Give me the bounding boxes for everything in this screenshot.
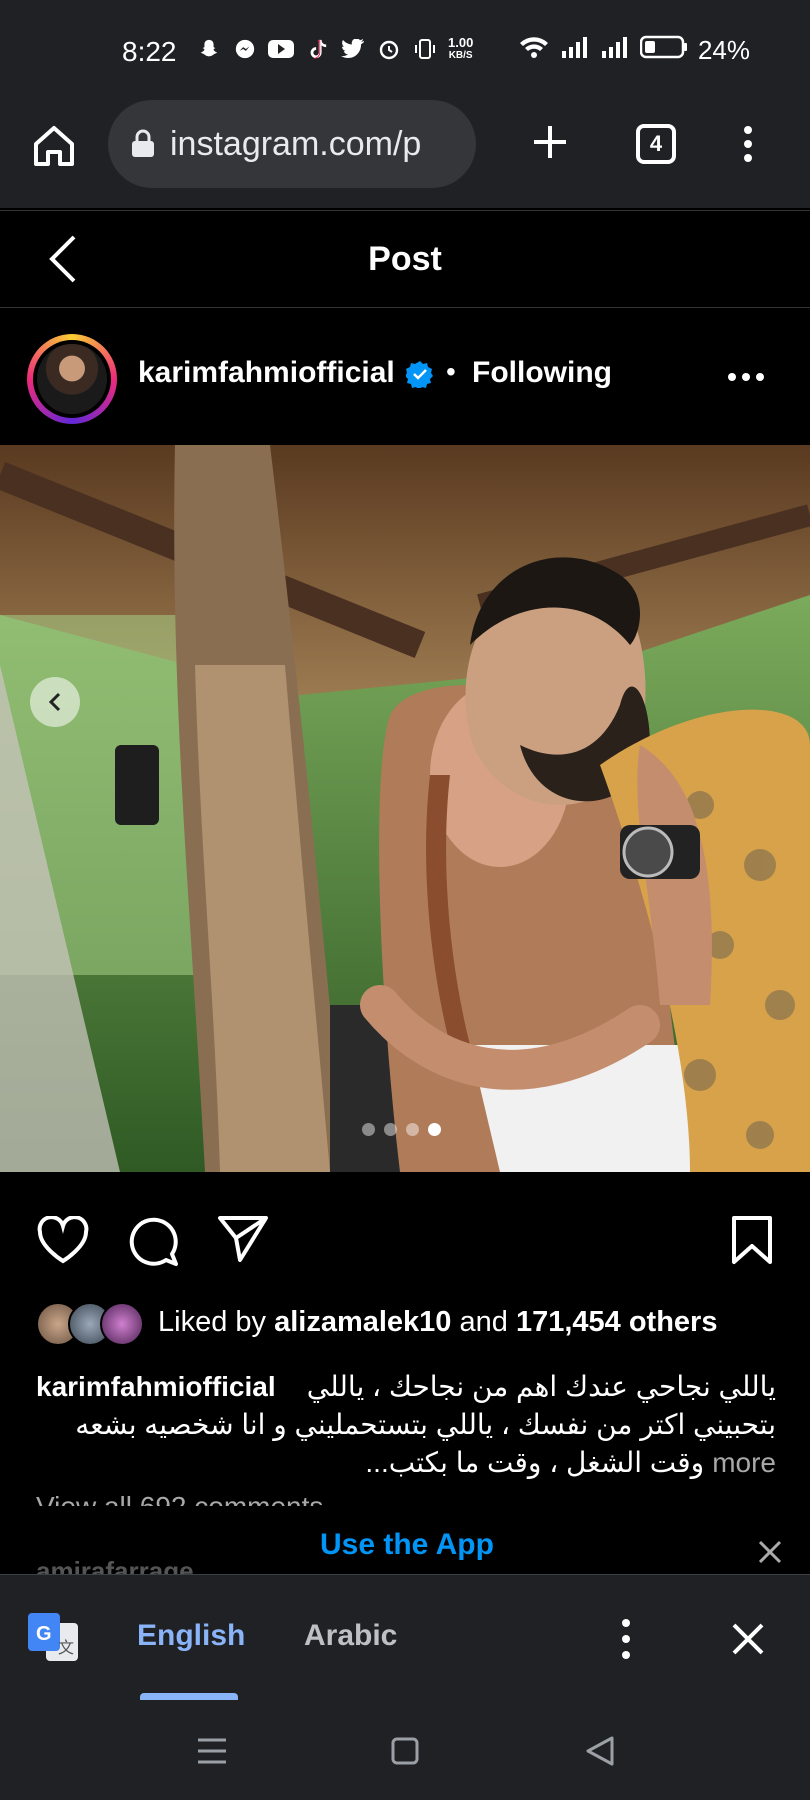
page-title: Post — [368, 239, 442, 278]
close-banner-icon[interactable] — [756, 1538, 784, 1566]
battery-percent: 24% — [697, 35, 750, 65]
vibrate-icon — [412, 36, 438, 62]
address-bar[interactable]: instagram.com/p — [108, 100, 476, 188]
back-nav-icon[interactable] — [584, 1734, 616, 1768]
likes-and: and — [459, 1306, 508, 1338]
svg-text:G: G — [36, 1623, 52, 1645]
share-icon[interactable] — [216, 1214, 270, 1264]
system-navigation-bar — [0, 1700, 810, 1800]
carousel-dot — [406, 1123, 419, 1136]
liker-avatar — [100, 1302, 144, 1346]
snapchat-icon — [196, 36, 222, 62]
notification-icons: 1.00 KB/S — [196, 36, 473, 62]
recent-apps-icon[interactable] — [196, 1736, 228, 1766]
caption: karimfahmiofficial ياللي نجاحي عندك اهم … — [36, 1368, 776, 1506]
google-translate-icon: G 文 — [28, 1613, 80, 1663]
save-icon[interactable] — [730, 1214, 774, 1268]
lock-icon — [130, 129, 156, 159]
carousel-dot — [428, 1123, 441, 1136]
tab-switcher-button[interactable]: 4 — [636, 124, 676, 164]
home-nav-icon[interactable] — [390, 1736, 420, 1766]
like-icon[interactable] — [36, 1215, 90, 1266]
status-time: 8:22 — [122, 36, 177, 67]
likes-user[interactable]: alizamalek10 — [274, 1306, 451, 1338]
back-icon[interactable] — [46, 233, 82, 285]
caption-line-1: ياللي نجاحي عندك اهم من نجاحك ، ياللي — [306, 1371, 776, 1402]
system-icons: 24% — [518, 34, 750, 67]
partial-comment-user: amirafarrage — [36, 1556, 194, 1574]
carousel-dot — [384, 1123, 397, 1136]
post-photo-illustration — [0, 445, 810, 1172]
svg-text:文: 文 — [58, 1638, 74, 1657]
signal-icon-2 — [600, 35, 630, 66]
likes-prefix: Liked by — [158, 1306, 267, 1338]
avatar[interactable] — [27, 334, 117, 424]
likes-count[interactable]: 171,454 others — [516, 1306, 718, 1338]
network-speed: 1.00 KB/S — [448, 35, 474, 61]
translate-menu-icon[interactable] — [616, 1617, 636, 1661]
post-header: Post — [0, 210, 810, 308]
comment-icon[interactable] — [126, 1214, 180, 1268]
browser-menu-button[interactable] — [734, 122, 762, 170]
home-icon[interactable] — [30, 122, 78, 170]
author-username[interactable]: karimfahmiofficial — [138, 356, 395, 390]
post-author-row: karimfahmiofficial • Following — [0, 310, 810, 445]
twitter-icon — [340, 36, 366, 62]
tab-language-arabic[interactable]: Arabic — [304, 1619, 397, 1653]
following-button[interactable]: Following — [472, 356, 612, 390]
post-image[interactable] — [0, 445, 810, 1172]
carousel-dot — [362, 1123, 375, 1136]
caption-line-2: بتحبيني اكتر من نفسك ، ياللي بتستحمليني … — [75, 1409, 776, 1440]
caption-username[interactable]: karimfahmiofficial — [36, 1368, 276, 1406]
battery-icon — [639, 34, 688, 67]
tiktok-icon — [304, 36, 330, 62]
separator-dot: • — [446, 356, 456, 387]
caption-line-3: وقت الشغل ، وقت ما بكتب... — [365, 1447, 705, 1478]
alarm-icon — [376, 36, 402, 62]
translate-bar: G 文 English Arabic — [0, 1574, 810, 1701]
youtube-icon — [268, 36, 294, 62]
caption-more-link[interactable]: more — [712, 1444, 776, 1482]
tab-language-english[interactable]: English — [137, 1619, 245, 1653]
use-app-banner: amirafarrage Use the App — [0, 1522, 810, 1574]
view-comments-link[interactable]: View all 692 comments — [36, 1488, 776, 1506]
signal-icon-1 — [560, 35, 590, 66]
use-app-link[interactable]: Use the App — [320, 1528, 494, 1562]
wifi-icon — [518, 34, 550, 67]
url-text: instagram.com/p — [170, 124, 422, 163]
liked-by-avatars[interactable] — [36, 1302, 148, 1346]
post-options-icon[interactable] — [726, 370, 766, 384]
translate-close-icon[interactable] — [730, 1621, 766, 1657]
likes-summary: Liked by alizamalek10 and 171,454 others — [158, 1306, 717, 1339]
carousel-prev-button[interactable] — [30, 677, 80, 727]
browser-toolbar: instagram.com/p 4 — [0, 100, 810, 208]
tab-count: 4 — [649, 131, 663, 156]
verified-badge-icon — [405, 360, 434, 390]
status-bar: 8:22 1.00 KB/S 24% — [0, 0, 810, 100]
new-tab-button[interactable] — [528, 120, 572, 164]
carousel-indicator — [362, 1123, 441, 1136]
messenger-icon — [232, 36, 258, 62]
